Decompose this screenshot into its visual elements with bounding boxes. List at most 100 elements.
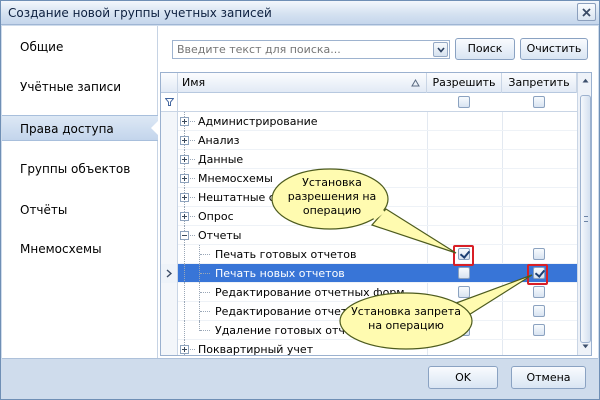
scroll-thumb[interactable] (580, 95, 591, 343)
row-indicator[interactable] (161, 245, 178, 264)
row-indicator[interactable] (161, 302, 178, 321)
cancel-button[interactable]: Отмена (511, 366, 586, 389)
sidebar-item-label: Учётные записи (20, 80, 122, 94)
filter-icon (165, 98, 174, 106)
sidebar-item-object-groups[interactable]: Группы объектов (2, 156, 158, 182)
allow-callout-text: Установка разрешения на операцию (274, 176, 390, 218)
tree-branch (190, 121, 195, 122)
tree-branch (190, 159, 195, 160)
search-field[interactable] (172, 40, 450, 59)
close-button[interactable] (577, 3, 596, 21)
chevron-up-icon (582, 78, 589, 83)
dialog-window: Создание новой группы учетных записей Об… (0, 0, 600, 400)
scroll-down-button[interactable] (579, 340, 591, 353)
row-label: Администрирование (198, 115, 318, 128)
expand-icon[interactable] (180, 174, 189, 183)
active-pointer (151, 120, 159, 136)
row-indicator[interactable] (161, 112, 178, 131)
table-row[interactable]: Администрирование (161, 112, 577, 131)
tree-line (184, 264, 185, 283)
sidebar: Общие Учётные записи Права доступа Групп… (2, 26, 159, 358)
sidebar-item-reports[interactable]: Отчёты (2, 197, 158, 223)
tree-branch (190, 178, 195, 179)
column-header-allow[interactable]: Разрешить (427, 73, 502, 93)
scroll-up-button[interactable] (579, 74, 591, 87)
chevron-down-icon (436, 46, 445, 53)
row-indicator[interactable] (161, 264, 178, 283)
dialog-footer: OK Отмена (2, 358, 598, 399)
row-indicator[interactable] (161, 150, 178, 169)
filter-cell[interactable] (161, 93, 178, 111)
vertical-scrollbar[interactable] (577, 73, 591, 355)
sidebar-item-label: Права доступа (20, 122, 114, 136)
sidebar-item-mnemonics[interactable]: Мнемосхемы (2, 236, 158, 262)
chevron-down-icon (582, 344, 589, 349)
allow-callout-line: Установка (302, 176, 362, 189)
row-indicator[interactable] (161, 169, 178, 188)
deny-all-checkbox[interactable] (533, 96, 545, 108)
tree-branch (200, 254, 210, 255)
column-header-deny[interactable]: Запретить (502, 73, 577, 93)
sort-ascending-icon (411, 79, 420, 87)
row-indicator[interactable] (161, 131, 178, 150)
tree-line (184, 245, 185, 264)
tree-line (184, 321, 185, 340)
deny-checkbox[interactable] (533, 248, 545, 260)
sidebar-item-general[interactable]: Общие (2, 34, 158, 60)
expand-icon[interactable] (180, 345, 189, 354)
row-label: Данные (198, 153, 244, 166)
allow-callout-line: разрешения на (287, 190, 377, 203)
row-indicator[interactable] (161, 321, 178, 340)
sidebar-item-label: Группы объектов (20, 162, 131, 176)
tree-branch (190, 216, 195, 217)
sidebar-item-label: Общие (20, 40, 64, 54)
column-header-label: Имя (182, 76, 206, 89)
window-title: Создание новой группы учетных записей (8, 6, 272, 20)
current-row-icon (166, 269, 172, 278)
deny-callout-line: Установка запрета (351, 305, 461, 318)
sidebar-item-label: Мнемосхемы (20, 242, 102, 256)
tree-line (184, 283, 185, 302)
column-header-name[interactable]: Имя (178, 73, 427, 93)
sidebar-item-accounts[interactable]: Учётные записи (2, 74, 158, 100)
dialog-content: Общие Учётные записи Права доступа Групп… (2, 26, 598, 358)
filter-row (161, 93, 577, 112)
tree-branch (190, 235, 195, 236)
header-corner (161, 73, 178, 93)
scroll-grip (584, 216, 588, 222)
search-button[interactable]: Поиск (455, 38, 515, 60)
sidebar-item-label: Отчёты (20, 203, 68, 217)
clear-button[interactable]: Очистить (520, 38, 588, 60)
search-input[interactable] (173, 41, 431, 58)
row-label: Отчеты (198, 229, 242, 242)
row-indicator[interactable] (161, 207, 178, 226)
grid-header: Имя Разрешить Запретить (161, 73, 577, 93)
row-label: Поквартирный учет (198, 343, 314, 356)
expand-icon[interactable] (180, 212, 189, 221)
expand-icon[interactable] (180, 117, 189, 126)
row-indicator[interactable] (161, 283, 178, 302)
tree-branch (200, 311, 210, 312)
collapse-icon[interactable] (180, 231, 189, 240)
search-dropdown-button[interactable] (433, 42, 448, 57)
tree-line (184, 302, 185, 321)
row-indicator[interactable] (161, 340, 178, 355)
expand-icon[interactable] (180, 136, 189, 145)
row-indicator[interactable] (161, 188, 178, 207)
deny-callout-line: на операцию (368, 319, 444, 332)
close-icon (582, 7, 591, 17)
expand-icon[interactable] (180, 193, 189, 202)
row-indicator[interactable] (161, 226, 178, 245)
tree-branch (190, 140, 195, 141)
ok-button[interactable]: OK (428, 366, 498, 389)
allow-all-checkbox[interactable] (458, 96, 470, 108)
allow-callout-line: операцию (302, 204, 362, 217)
title-bar: Создание новой группы учетных записей (1, 1, 599, 25)
tree-branch (200, 292, 210, 293)
tree-branch (200, 273, 210, 274)
tree-branch (190, 349, 195, 350)
sidebar-item-access-rights[interactable]: Права доступа (2, 115, 159, 141)
row-label: Опрос (198, 210, 234, 223)
expand-icon[interactable] (180, 155, 189, 164)
table-row[interactable]: Анализ (161, 131, 577, 150)
